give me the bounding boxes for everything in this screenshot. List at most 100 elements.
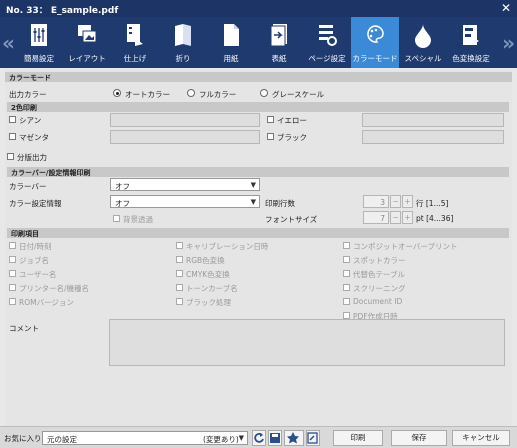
cancel-button[interactable]: キャンセル <box>452 430 510 446</box>
comment-field[interactable] <box>109 319 505 366</box>
tab-paper[interactable]: 用紙 <box>207 17 255 68</box>
checkbox-label: トーンカーブ名 <box>186 284 238 293</box>
checkbox-bg-transparent[interactable] <box>113 215 120 222</box>
scroll-right-icon[interactable]: » <box>502 31 515 55</box>
radio-full-color[interactable] <box>187 89 195 97</box>
colorbar-select[interactable]: オフ ▼ <box>110 178 260 191</box>
checkbox-composite-overprint[interactable] <box>343 242 350 249</box>
checkbox-black-processing[interactable] <box>176 298 183 305</box>
checkbox-label: ブラック <box>277 133 307 142</box>
colorbar-label: カラーバー <box>9 182 47 191</box>
radio-grayscale[interactable] <box>260 89 268 97</box>
checkbox-printer-name[interactable] <box>9 284 16 291</box>
checkbox-label: 背景透過 <box>123 215 153 224</box>
chevron-down-icon: ▼ <box>238 434 244 442</box>
tab-special[interactable]: スペシャル <box>399 17 447 68</box>
checkbox-rgb-conversion[interactable] <box>176 256 183 263</box>
star-icon <box>287 432 299 444</box>
checkbox-black[interactable] <box>267 133 274 140</box>
black-field <box>362 130 504 144</box>
chevron-down-icon: ▼ <box>250 181 256 189</box>
checkbox-screening[interactable] <box>343 284 350 291</box>
checkbox-spot-color[interactable] <box>343 256 350 263</box>
favorites-label: お気に入り <box>4 434 42 443</box>
checkbox-date-time[interactable] <box>9 242 16 249</box>
checkbox-label: CMYK色変換 <box>186 270 230 279</box>
font-size-minus-button[interactable]: − <box>390 211 401 224</box>
tab-color-mode[interactable]: カラーモード <box>351 17 399 68</box>
checkbox-tone-curve[interactable] <box>176 284 183 291</box>
tab-label: レイアウト <box>68 54 106 63</box>
font-size-label: フォントサイズ <box>265 215 318 224</box>
lines-input[interactable]: 3 <box>363 195 389 208</box>
checkbox-label: コンポジットオーバープリント <box>353 242 458 251</box>
tab-quick-settings[interactable]: 簡易設定 <box>15 17 63 68</box>
font-size-plus-button[interactable]: + <box>402 211 413 224</box>
color-conversion-icon <box>463 25 479 45</box>
refresh-button[interactable] <box>252 430 266 446</box>
checkbox-alt-color-table[interactable] <box>343 270 350 277</box>
tab-color-conversion[interactable]: 色変換設定 <box>447 17 495 68</box>
tab-page-settings[interactable]: ページ設定 <box>303 17 351 68</box>
checkbox-calibration-date[interactable] <box>176 242 183 249</box>
checkbox-yellow[interactable] <box>267 116 274 123</box>
checkbox-label: 代替色テーブル <box>353 270 406 279</box>
save-favorite-button[interactable] <box>268 430 282 446</box>
checkbox-label: Document ID <box>353 297 403 306</box>
edit-favorite-button[interactable] <box>306 430 320 446</box>
print-button[interactable]: 印刷 <box>333 430 383 446</box>
checkbox-label: ジョブ名 <box>19 256 49 265</box>
select-value: 元の設定 <box>47 435 77 444</box>
section-header-print-items: 印刷項目 <box>7 228 509 238</box>
tab-label: スペシャル <box>404 54 442 63</box>
checkbox-label: マゼンタ <box>19 133 49 142</box>
favorites-status: (変更あり) <box>203 435 239 444</box>
checkbox-label: スポットカラー <box>353 256 406 265</box>
color-info-select[interactable]: オフ ▼ <box>110 195 260 208</box>
lines-minus-button[interactable]: − <box>390 195 401 208</box>
scroll-left-icon[interactable]: « <box>2 31 15 55</box>
floppy-icon <box>270 433 280 443</box>
checkbox-separation[interactable] <box>7 153 14 160</box>
paper-icon <box>224 24 239 46</box>
favorites-select[interactable]: 元の設定 (変更あり) ▼ <box>42 431 248 445</box>
radio-auto-color[interactable] <box>113 89 121 97</box>
tab-cover[interactable]: 表紙 <box>255 17 303 68</box>
checkbox-document-id[interactable] <box>343 298 350 305</box>
edit-list-icon <box>307 432 318 444</box>
drop-icon <box>415 24 431 48</box>
close-icon[interactable]: ✕ <box>501 1 511 15</box>
save-button[interactable]: 保存 <box>391 430 447 446</box>
tab-fold[interactable]: 折り <box>159 17 207 68</box>
tab-label: 簡易設定 <box>24 54 54 63</box>
checkbox-magenta[interactable] <box>9 133 16 140</box>
radio-label: フルカラー <box>199 90 237 99</box>
tab-layout[interactable]: レイアウト <box>63 17 111 68</box>
section-header-colorbar: カラーバー/設定情報印刷 <box>7 167 509 177</box>
checkbox-label: 分版出力 <box>17 153 47 162</box>
tab-label: カラーモード <box>352 54 398 63</box>
select-value: オフ <box>115 182 130 191</box>
lines-plus-button[interactable]: + <box>402 195 413 208</box>
color-info-label: カラー設定情報 <box>9 199 62 208</box>
checkbox-cmyk-conversion[interactable] <box>176 270 183 277</box>
tab-label: 表紙 <box>271 54 287 63</box>
tab-finishing[interactable]: 仕上げ <box>111 17 159 68</box>
tab-label: 折り <box>175 54 191 63</box>
favorite-star-button[interactable] <box>284 430 304 446</box>
quick-settings-icon <box>31 24 47 46</box>
magenta-field <box>110 130 260 144</box>
checkbox-label: ブラック処理 <box>186 298 231 307</box>
checkbox-job-name[interactable] <box>9 256 16 263</box>
checkbox-rom-version[interactable] <box>9 298 16 305</box>
checkbox-label: スクリーニング <box>353 284 406 293</box>
output-color-label: 出力カラー <box>9 90 47 99</box>
checkbox-label: RGB色変換 <box>186 256 225 265</box>
checkbox-cyan[interactable] <box>9 116 16 123</box>
font-size-input[interactable]: 7 <box>363 211 389 224</box>
checkbox-label: シアン <box>19 116 42 125</box>
tab-label: ページ設定 <box>308 54 346 63</box>
checkbox-user-name[interactable] <box>9 270 16 277</box>
checkbox-pdf-created[interactable] <box>343 312 350 319</box>
lines-label: 印刷行数 <box>265 199 295 208</box>
